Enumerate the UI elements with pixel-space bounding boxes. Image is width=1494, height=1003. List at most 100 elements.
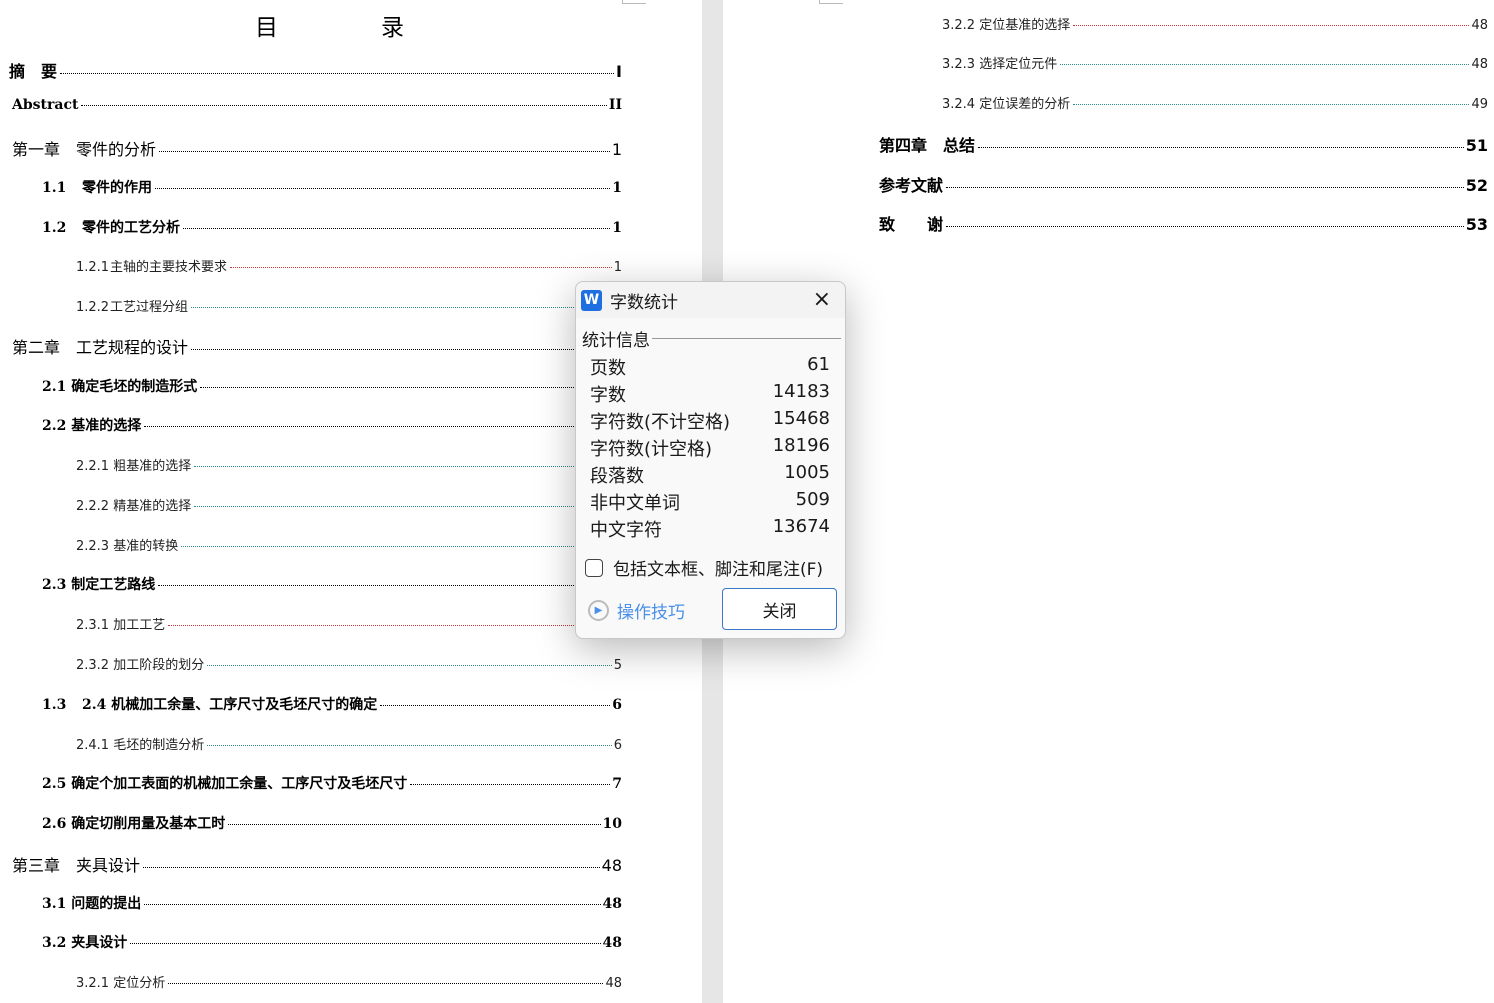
stat-row: 页数 61 xyxy=(590,354,830,380)
checkbox-label: 包括文本框、脚注和尾注(F) xyxy=(613,560,824,580)
stat-value: 13674 xyxy=(772,516,830,537)
toc-leader-dots xyxy=(60,73,615,74)
toc-leader-dots xyxy=(191,349,620,350)
toc-entry[interactable]: 第三章 夹具设计 48 xyxy=(12,852,622,876)
toc-entry[interactable]: 2.5 确定个加工表面的机械加工余量、工序尺寸及毛坯尺寸 7 xyxy=(42,773,622,793)
toc-entry-label: 2.1 确定毛坯的制造形式 xyxy=(42,379,198,395)
toc-entry[interactable]: 2.2.3 基准的转换 xyxy=(76,535,622,554)
toc-leader-dots xyxy=(159,151,610,152)
close-button[interactable]: 关闭 xyxy=(722,588,837,630)
tips-link[interactable]: ▶ 操作技巧 xyxy=(588,598,685,623)
toc-entry-page: 48 xyxy=(602,896,622,912)
toc-leader-dots xyxy=(1073,25,1470,26)
toc-entry[interactable]: 1.2 零件的工艺分析 1 xyxy=(42,217,622,237)
toc-entry-number: 1.2.2 xyxy=(76,300,110,315)
toc-entry[interactable]: 致 谢 53 xyxy=(879,211,1488,235)
toc-entry[interactable]: 2.2.2 精基准的选择 xyxy=(76,495,622,514)
toc-entry-label: 致 谢 xyxy=(879,215,944,234)
toc-entry-page: 48 xyxy=(602,935,622,951)
toc-entry[interactable]: 3.2.2 定位基准的选择 48 xyxy=(942,14,1488,33)
toc-leader-dots xyxy=(144,426,620,427)
toc-entry-page: 48 xyxy=(1471,57,1488,72)
toc-entry[interactable]: 2.3.1 加工工艺 xyxy=(76,614,622,633)
stat-row: 字数 14183 xyxy=(590,381,830,407)
toc-leader-dots xyxy=(168,625,620,626)
toc-entry[interactable]: 1.2.2 工艺过程分组 xyxy=(76,296,622,315)
include-textbox-footnotes-checkbox[interactable]: 包括文本框、脚注和尾注(F) xyxy=(585,555,823,580)
toc-leader-dots xyxy=(143,867,600,868)
toc-entry[interactable]: 2.6 确定切削用量及基本工时 10 xyxy=(42,813,622,833)
toc-leader-dots xyxy=(1060,64,1470,65)
toc-leader-dots xyxy=(207,665,612,666)
toc-leader-dots xyxy=(130,943,601,944)
toc-entry[interactable]: 1.1 零件的作用 1 xyxy=(42,177,622,197)
toc-entry[interactable]: 3.1 问题的提出 48 xyxy=(42,893,622,913)
toc-entry[interactable]: 2.4.1 毛坯的制造分析 6 xyxy=(76,734,622,753)
page-corner-mark xyxy=(819,0,843,4)
toc-entry-page: 49 xyxy=(1471,97,1488,112)
toc-entry-label: 3.2.2 定位基准的选择 xyxy=(942,18,1071,33)
toc-leader-dots xyxy=(207,745,612,746)
toc-entry-label: 2.2.1 粗基准的选择 xyxy=(76,459,192,474)
toc-entry[interactable]: 1.3 2.4 机械加工余量、工序尺寸及毛坯尺寸的确定 6 xyxy=(42,694,622,714)
toc-leader-dots xyxy=(410,784,611,785)
toc-entry-page: 53 xyxy=(1465,215,1488,234)
dialog-titlebar[interactable]: W 字数统计 × xyxy=(576,282,845,318)
toc-entry[interactable]: 摘 要I xyxy=(9,58,622,82)
dialog-title: 字数统计 xyxy=(610,292,678,313)
toc-entry-number: 1.3 xyxy=(42,697,67,713)
toc-entry[interactable]: 第四章 总结 51 xyxy=(879,132,1488,156)
toc-entry-label: 2.4.1 毛坯的制造分析 xyxy=(76,738,205,753)
stat-row: 字符数(计空格) 18196 xyxy=(590,435,830,461)
toc-entry-label: 3.2.3 选择定位元件 xyxy=(942,57,1058,72)
toc-entry[interactable]: 2.2 基准的选择 xyxy=(42,415,622,435)
toc-entry-page: 6 xyxy=(612,697,622,713)
toc-entry-page: I xyxy=(616,62,622,81)
toc-entry[interactable]: 2.3.2 加工阶段的划分 5 xyxy=(76,654,622,673)
checkbox-box[interactable] xyxy=(585,558,603,577)
close-icon[interactable]: × xyxy=(813,289,831,311)
stat-label: 字符数(计空格) xyxy=(590,439,713,460)
stat-label: 非中文单词 xyxy=(590,493,680,514)
stat-label: 字数 xyxy=(590,385,626,406)
stat-value: 18196 xyxy=(772,435,830,456)
toc-entry-label: 第一章 零件的分析 xyxy=(12,140,157,159)
toc-entry-label: 2.3.2 加工阶段的划分 xyxy=(76,658,205,673)
toc-entry-label: 2.6 确定切削用量及基本工时 xyxy=(42,816,226,832)
toc-entry-label: 2.4 机械加工余量、工序尺寸及毛坯尺寸的确定 xyxy=(82,697,378,713)
toc-entry-page: 48 xyxy=(605,976,622,991)
toc-entry[interactable]: 3.2.4 定位误差的分析 49 xyxy=(942,93,1488,112)
toc-entry-number: 1.2 xyxy=(42,220,67,236)
toc-entry-page: 1 xyxy=(613,260,622,275)
toc-entry-label: 工艺过程分组 xyxy=(110,300,189,315)
toc-leader-dots xyxy=(380,705,611,706)
toc-entry[interactable]: Abstract II xyxy=(12,97,622,113)
toc-entry-label: 2.3 制定工艺路线 xyxy=(42,577,156,593)
stat-label: 页数 xyxy=(590,358,626,379)
toc-entry[interactable]: 参考文献 52 xyxy=(879,172,1488,196)
toc-entry-page: 10 xyxy=(602,816,622,832)
toc-entry[interactable]: 2.2.1 粗基准的选择 xyxy=(76,455,622,474)
stat-value: 61 xyxy=(807,354,830,375)
stat-row: 段落数 1005 xyxy=(590,462,830,488)
toc-entry[interactable]: 3.2.1 定位分析 48 xyxy=(76,972,622,991)
toc-entry[interactable]: 3.2.3 选择定位元件 48 xyxy=(942,53,1488,72)
tips-label: 操作技巧 xyxy=(617,603,685,623)
toc-leader-dots xyxy=(194,466,620,467)
toc-leader-dots xyxy=(81,105,607,106)
toc-entry[interactable]: 第一章 零件的分析 1 xyxy=(12,136,622,160)
stat-label: 中文字符 xyxy=(590,520,662,541)
toc-entry[interactable]: 3.2 夹具设计 48 xyxy=(42,932,622,952)
toc-entry-label: 2.3.1 加工工艺 xyxy=(76,618,166,633)
toc-entry[interactable]: 1.2.1 主轴的主要技术要求 1 xyxy=(76,256,622,275)
toc-leader-dots xyxy=(1073,104,1470,105)
toc-entry[interactable]: 2.1 确定毛坯的制造形式 xyxy=(42,376,622,396)
toc-entry-number: 1.1 xyxy=(42,180,67,196)
toc-leader-dots xyxy=(158,585,620,586)
stat-value: 1005 xyxy=(784,462,830,483)
toc-entry-label: 3.2 夹具设计 xyxy=(42,935,128,951)
toc-entry[interactable]: 2.3 制定工艺路线 xyxy=(42,574,622,594)
toc-entry[interactable]: 第二章 工艺规程的设计 xyxy=(12,334,622,358)
toc-entry-page: 52 xyxy=(1465,176,1488,195)
toc-entry-label: 第四章 总结 xyxy=(879,136,976,155)
